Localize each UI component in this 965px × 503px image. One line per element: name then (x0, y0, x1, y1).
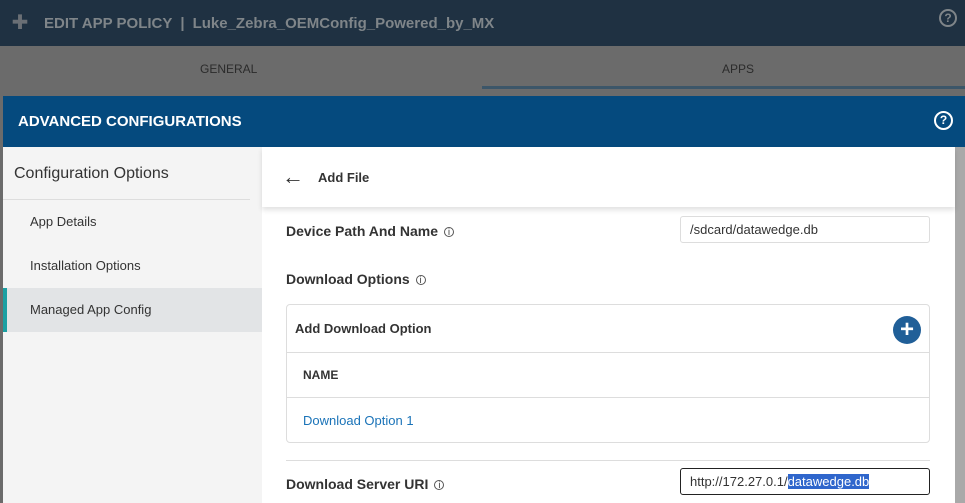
modal-header: ADVANCED CONFIGURATIONS ? (3, 96, 965, 147)
device-path-label: Device Path And Name i (286, 223, 454, 239)
content-panel: ← Add File Device Path And Name i /sdcard… (262, 147, 955, 503)
tab-apps[interactable]: APPS (722, 62, 754, 76)
active-tab-indicator (482, 86, 965, 89)
android-icon: ✚ (11, 12, 29, 34)
selected-text: datawedge.db (787, 474, 870, 489)
sidebar-item-installation-options[interactable]: Installation Options (3, 244, 262, 288)
download-options-table: Add Download Option + NAME Download Opti… (286, 304, 930, 443)
content-title: Add File (318, 169, 370, 185)
back-arrow-icon[interactable]: ← (282, 164, 304, 190)
title-separator: | (180, 14, 185, 32)
device-path-input[interactable]: /sdcard/datawedge.db (680, 216, 930, 243)
download-options-label: Download Options i (286, 271, 426, 287)
divider (286, 460, 930, 461)
info-icon[interactable]: i (434, 480, 445, 491)
download-option-link[interactable]: Download Option 1 (303, 413, 414, 428)
sidebar-item-managed-app-config[interactable]: Managed App Config (3, 288, 262, 332)
column-name: NAME (303, 368, 339, 382)
server-uri-label: Download Server URI i (286, 476, 445, 492)
scrollbar[interactable] (955, 147, 965, 503)
sidebar: Configuration Options App Details Instal… (3, 147, 262, 503)
add-download-option-label: Add Download Option (295, 321, 432, 336)
add-download-option-row: Add Download Option + (287, 305, 929, 353)
server-uri-input[interactable]: http://172.27.0.1/datawedge.db (680, 468, 930, 495)
modal-title: ADVANCED CONFIGURATIONS (18, 113, 242, 130)
sidebar-heading: Configuration Options (3, 147, 250, 200)
page-title: EDIT APP POLICY (44, 14, 173, 32)
help-icon[interactable]: ? (939, 9, 957, 27)
info-icon[interactable]: i (415, 275, 426, 286)
top-bar: ✚ EDIT APP POLICY | Luke_Zebra_OEMConfig… (0, 0, 965, 46)
tab-bar: GENERAL APPS (0, 46, 965, 92)
add-icon[interactable]: + (893, 316, 921, 344)
policy-name: Luke_Zebra_OEMConfig_Powered_by_MX (192, 14, 495, 32)
table-row: Download Option 1 (287, 398, 929, 442)
tab-general[interactable]: GENERAL (200, 62, 257, 76)
modal-help-icon[interactable]: ? (934, 111, 953, 130)
table-header: NAME (287, 353, 929, 398)
content-header: ← Add File (262, 147, 955, 207)
info-icon[interactable]: i (443, 227, 454, 238)
sidebar-item-app-details[interactable]: App Details (3, 200, 262, 244)
advanced-configurations-modal: ADVANCED CONFIGURATIONS ? Configuration … (3, 96, 965, 503)
